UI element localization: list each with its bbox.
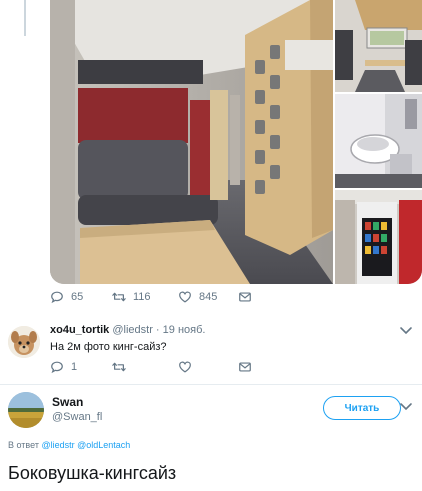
like-icon [179,361,191,373]
replying-prefix: В ответ [8,440,42,450]
reply-username[interactable]: xo4u_tortik [50,324,109,336]
media-photo-main[interactable] [50,0,333,284]
reply-button[interactable]: 1 [50,360,112,374]
author-name[interactable]: Swan [52,395,83,409]
avatar[interactable] [8,392,44,428]
dm-icon [239,362,251,372]
retweet-icon [112,292,126,302]
like-count: 845 [199,291,218,303]
tweet-actions: 65 116 845 [50,290,252,304]
replying-to: В ответ @liedstr @oldLentach [8,440,130,450]
reply-count: 1 [71,361,78,373]
thread-line [24,0,26,36]
reply-separator: · [152,324,163,336]
like-button[interactable] [178,360,238,374]
follow-button[interactable]: Читать [323,396,401,420]
media-side-column [335,0,422,284]
reply-text: На 2м фото кинг-сайз? [50,341,167,353]
chevron-down-icon[interactable] [398,324,414,338]
author-handle[interactable]: @Swan_fl [52,411,102,423]
replying-link[interactable]: @oldLentach [77,440,130,450]
reply-date[interactable]: 19 нояб. [163,324,206,336]
tweet-text: Боковушка-кингсайз [8,463,177,483]
media-photo-4[interactable] [335,190,422,284]
tweet-thread: 65 116 845 xo4u_tortik @liedstr · 19 ноя… [0,0,422,491]
like-button[interactable]: 845 [178,290,238,304]
dm-button[interactable] [238,360,252,374]
like-icon [179,291,191,303]
chevron-down-icon[interactable] [398,400,414,414]
avatar[interactable] [8,326,40,358]
retweet-button[interactable]: 116 [112,290,178,304]
media-photo-2[interactable] [335,0,422,92]
reply-actions: 1 [50,360,252,374]
reply-button[interactable]: 65 [50,290,112,304]
reply-header: xo4u_tortik @liedstr · 19 нояб. [50,324,205,336]
divider [0,384,422,385]
reply-count: 65 [71,291,84,303]
retweet-icon [112,362,126,372]
dm-icon [239,292,251,302]
media-grid [50,0,422,284]
retweet-button[interactable] [112,360,178,374]
reply-tweet[interactable]: xo4u_tortik @liedstr · 19 нояб. На 2м фо… [0,316,422,382]
reply-icon [51,361,63,374]
replying-link[interactable]: @liedstr [41,440,74,450]
retweet-count: 116 [133,291,151,303]
reply-handle[interactable]: @liedstr [112,324,153,336]
reply-icon [51,291,63,304]
media-photo-3[interactable] [335,94,422,188]
dm-button[interactable] [238,290,252,304]
